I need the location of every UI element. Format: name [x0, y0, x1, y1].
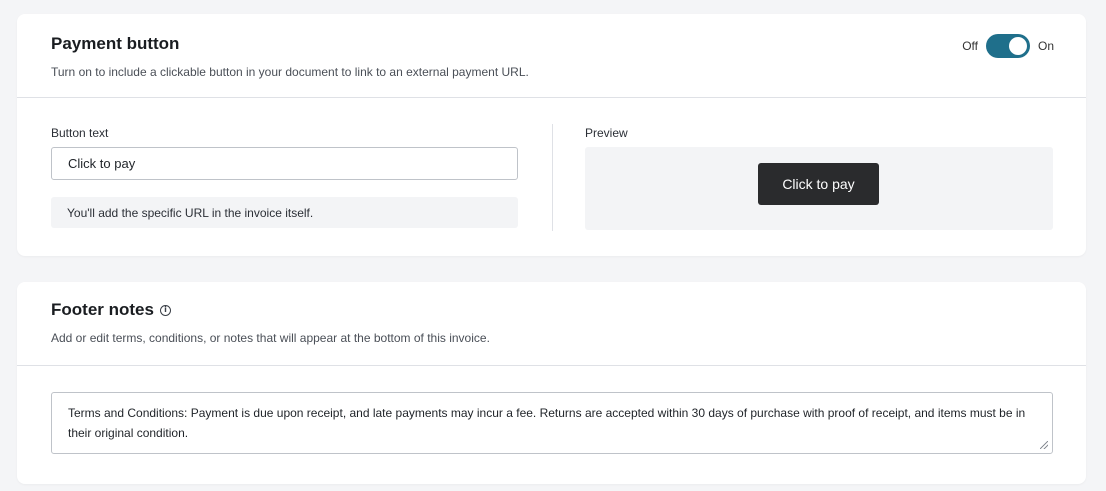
button-text-column: Button text You'll add the specific URL … [51, 126, 518, 228]
toggle-off-label: Off [962, 39, 978, 53]
info-icon[interactable]: i [159, 304, 171, 316]
footer-notes-text: Terms and Conditions: Payment is due upo… [68, 406, 1026, 440]
column-divider [552, 124, 553, 231]
footer-notes-textarea[interactable]: Terms and Conditions: Payment is due upo… [51, 392, 1053, 454]
footer-notes-card: Footer notes i Add or edit terms, condit… [17, 282, 1086, 484]
preview-label: Preview [585, 126, 628, 140]
payment-button-toggle-group: Off On [962, 34, 1054, 58]
payment-button-toggle[interactable] [985, 34, 1030, 58]
button-text-label: Button text [51, 126, 109, 140]
footer-notes-header: Footer notes i Add or edit terms, condit… [17, 282, 1086, 366]
footer-notes-title-row: Footer notes i [51, 300, 171, 320]
payment-button-body: Button text You'll add the specific URL … [17, 98, 1086, 255]
preview-pay-button: Click to pay [758, 163, 879, 205]
footer-notes-body: Terms and Conditions: Payment is due upo… [17, 366, 1086, 483]
footer-notes-description: Add or edit terms, conditions, or notes … [51, 331, 490, 345]
preview-area: Click to pay [585, 147, 1053, 230]
button-text-input[interactable] [51, 147, 518, 180]
toggle-on-label: On [1037, 39, 1054, 53]
toggle-knob [1008, 37, 1027, 55]
footer-notes-title: Footer notes [51, 300, 154, 319]
payment-button-title: Payment button [51, 34, 180, 53]
url-hint: You'll add the specific URL in the invoi… [51, 197, 518, 228]
payment-button-card: Payment button Turn on to include a clic… [17, 14, 1086, 256]
resize-grip-icon[interactable] [1040, 441, 1048, 449]
payment-button-description: Turn on to include a clickable button in… [51, 65, 529, 79]
payment-button-header: Payment button Turn on to include a clic… [17, 14, 1086, 98]
preview-column: Preview Click to pay [585, 126, 1053, 230]
invoice-settings-page: Payment button Turn on to include a clic… [0, 0, 1106, 491]
